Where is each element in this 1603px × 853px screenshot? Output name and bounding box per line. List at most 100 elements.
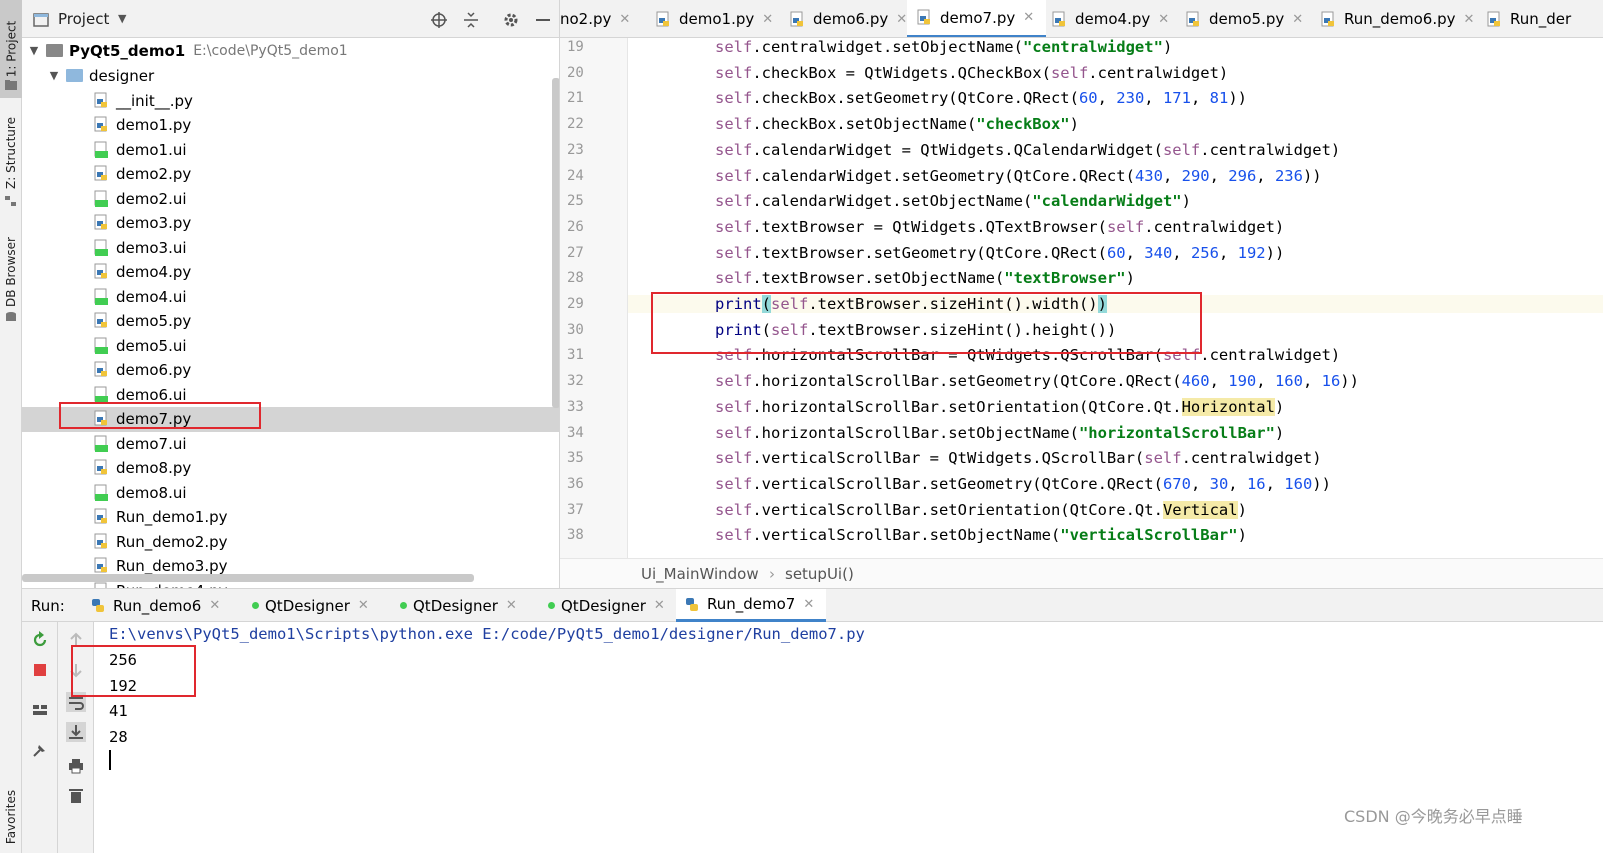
code-line[interactable]: self.horizontalScrollBar.setObjectName("…: [715, 424, 1284, 442]
code-line[interactable]: self.calendarWidget.setGeometry(QtCore.Q…: [715, 167, 1322, 185]
tree-file-item[interactable]: demo1.py: [22, 113, 559, 138]
code-line[interactable]: self.verticalScrollBar.setObjectName("ve…: [715, 526, 1247, 544]
tree-file-item[interactable]: demo8.ui: [22, 480, 559, 505]
tree-file-item[interactable]: __init__.py: [22, 88, 559, 113]
tree-file-item[interactable]: demo5.py: [22, 309, 559, 334]
tree-file-item[interactable]: demo3.py: [22, 211, 559, 236]
code-token: ,: [1302, 372, 1322, 391]
tree-file-item[interactable]: demo4.ui: [22, 284, 559, 309]
arrow-down-icon[interactable]: [66, 660, 86, 680]
tree-file-item[interactable]: demo7.py: [22, 406, 559, 432]
tree-file-item[interactable]: Run_demo1.py: [22, 505, 559, 530]
tree-root[interactable]: ▼ PyQt5_demo1 E:\code\PyQt5_demo1: [22, 38, 559, 63]
code-line[interactable]: print(self.textBrowser.sizeHint().height…: [715, 321, 1116, 339]
locate-icon[interactable]: [430, 11, 448, 29]
code-line[interactable]: self.horizontalScrollBar = QtWidgets.QSc…: [715, 346, 1340, 364]
tree-file-item[interactable]: Run_demo2.py: [22, 529, 559, 554]
breadcrumb-method[interactable]: setupUi(): [785, 565, 854, 583]
code-line[interactable]: self.calendarWidget.setObjectName("calen…: [715, 192, 1191, 210]
python-file-icon: [790, 11, 806, 28]
arrow-up-icon[interactable]: [66, 630, 86, 650]
breadcrumb-class[interactable]: Ui_MainWindow: [641, 565, 759, 583]
python-file-icon: [94, 92, 110, 110]
layout-icon[interactable]: [30, 700, 50, 720]
code-editor[interactable]: self.centralwidget.setObjectName("centra…: [628, 38, 1603, 558]
minimize-icon[interactable]: [534, 11, 552, 29]
code-line[interactable]: self.calendarWidget = QtWidgets.QCalenda…: [715, 141, 1340, 159]
editor-tab[interactable]: demo5.py ✕: [1176, 0, 1315, 37]
editor-tab[interactable]: demo4.py ✕: [1042, 0, 1181, 37]
gear-icon[interactable]: [502, 11, 520, 29]
pin-icon[interactable]: [30, 740, 50, 760]
code-line[interactable]: self.verticalScrollBar.setOrientation(Qt…: [715, 500, 1247, 519]
run-tab[interactable]: QtDesigner ✕: [540, 589, 677, 622]
tree-file-item[interactable]: demo2.py: [22, 162, 559, 187]
project-panel-title[interactable]: Project: [58, 10, 109, 28]
code-line[interactable]: self.textBrowser = QtWidgets.QTextBrowse…: [715, 218, 1284, 236]
editor-tab[interactable]: Run_der: [1477, 0, 1583, 37]
tree-folder-designer[interactable]: ▼ designer: [22, 63, 559, 88]
close-icon[interactable]: ✕: [506, 598, 517, 613]
vertical-scrollbar[interactable]: [552, 78, 559, 408]
scroll-to-end-icon[interactable]: [66, 722, 86, 742]
tree-file-item[interactable]: demo1.ui: [22, 137, 559, 162]
code-line[interactable]: print(self.textBrowser.sizeHint().width(…: [628, 295, 1603, 313]
close-icon[interactable]: ✕: [803, 597, 814, 612]
run-tab[interactable]: QtDesigner ✕: [392, 589, 529, 622]
tool-tab-favorites[interactable]: Favorites: [0, 780, 22, 853]
code-line[interactable]: self.centralwidget.setObjectName("centra…: [715, 38, 1172, 56]
stop-icon[interactable]: [30, 660, 50, 680]
chevron-down-icon[interactable]: ▼: [28, 44, 40, 57]
chevron-down-icon[interactable]: ▼: [48, 69, 60, 82]
editor-tab[interactable]: demo1.py ✕: [646, 0, 785, 37]
code-line[interactable]: self.horizontalScrollBar.setGeometry(QtC…: [715, 372, 1359, 390]
tool-tab-structure[interactable]: Z: Structure: [0, 110, 22, 196]
tree-file-item[interactable]: demo7.ui: [22, 431, 559, 456]
code-token: 236: [1274, 166, 1303, 185]
run-tab[interactable]: Run_demo6 ✕: [82, 589, 232, 622]
tree-file-item[interactable]: demo8.py: [22, 456, 559, 481]
collapse-all-icon[interactable]: [462, 11, 480, 29]
code-line[interactable]: self.checkBox.setGeometry(QtCore.QRect(6…: [715, 89, 1247, 107]
editor-tab[interactable]: no2.py ✕: [560, 0, 640, 37]
close-icon[interactable]: ✕: [619, 12, 630, 27]
tool-tab-db-browser[interactable]: DB Browser: [0, 232, 22, 312]
tree-file-item[interactable]: demo2.ui: [22, 186, 559, 211]
trash-icon[interactable]: [66, 786, 86, 806]
close-icon[interactable]: ✕: [762, 12, 773, 27]
close-icon[interactable]: ✕: [209, 598, 220, 613]
editor-tab[interactable]: demo6.py ✕: [780, 0, 919, 37]
tree-file-item[interactable]: demo3.ui: [22, 235, 559, 260]
close-icon[interactable]: ✕: [1158, 12, 1169, 27]
editor-tab[interactable]: Run_demo6.py ✕: [1311, 0, 1486, 37]
code-line[interactable]: self.textBrowser.setGeometry(QtCore.QRec…: [715, 244, 1284, 262]
tree-file-item[interactable]: demo6.ui: [22, 382, 559, 407]
code-line[interactable]: self.verticalScrollBar.setGeometry(QtCor…: [715, 475, 1331, 493]
close-icon[interactable]: ✕: [896, 12, 907, 27]
tree-file-item[interactable]: demo4.py: [22, 260, 559, 285]
close-icon[interactable]: ✕: [1292, 12, 1303, 27]
run-tab[interactable]: Run_demo7 ✕: [676, 589, 827, 622]
code-token: ,: [1256, 372, 1275, 391]
code-token: .centralwidget): [1088, 63, 1229, 82]
tree-file-item[interactable]: demo5.ui: [22, 333, 559, 358]
line-number: 28: [567, 270, 584, 287]
qt-ui-file-icon: [94, 141, 110, 159]
code-line[interactable]: self.checkBox = QtWidgets.QCheckBox(self…: [715, 64, 1228, 82]
tree-file-item[interactable]: demo6.py: [22, 358, 559, 383]
close-icon[interactable]: ✕: [654, 598, 665, 613]
editor-tab[interactable]: demo7.py ✕: [907, 0, 1047, 37]
code-line[interactable]: self.horizontalScrollBar.setOrientation(…: [715, 397, 1284, 416]
code-line[interactable]: self.verticalScrollBar = QtWidgets.QScro…: [715, 449, 1322, 467]
close-icon[interactable]: ✕: [358, 598, 369, 613]
horizontal-scrollbar[interactable]: [22, 574, 474, 582]
print-icon[interactable]: [66, 756, 86, 776]
rerun-icon[interactable]: [30, 630, 50, 650]
chevron-down-icon[interactable]: ▼: [118, 12, 126, 25]
soft-wrap-icon[interactable]: [66, 692, 86, 712]
close-icon[interactable]: ✕: [1464, 12, 1475, 27]
run-tab[interactable]: QtDesigner ✕: [244, 589, 381, 622]
code-line[interactable]: self.checkBox.setObjectName("checkBox"): [715, 115, 1079, 133]
code-line[interactable]: self.textBrowser.setObjectName("textBrow…: [715, 269, 1135, 287]
close-icon[interactable]: ✕: [1023, 10, 1034, 25]
